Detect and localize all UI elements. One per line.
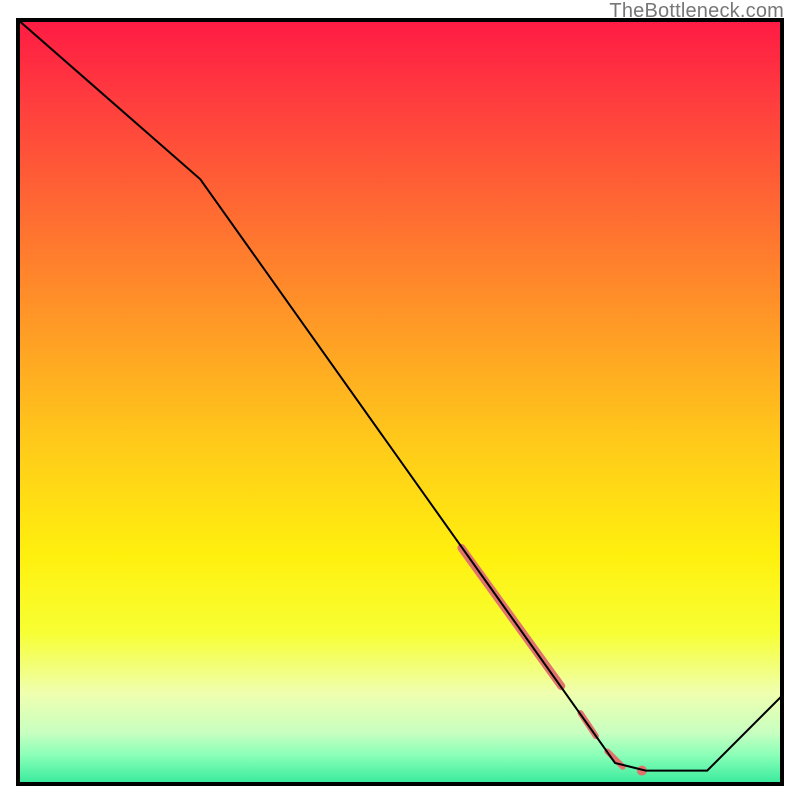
gradient-background	[16, 18, 784, 786]
chart-container: TheBottleneck.com	[0, 0, 800, 800]
plot-area	[16, 18, 784, 786]
chart-svg	[16, 18, 784, 786]
